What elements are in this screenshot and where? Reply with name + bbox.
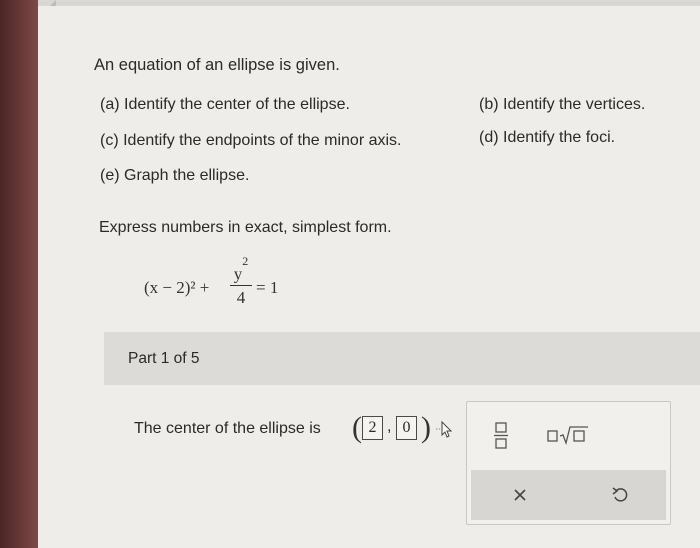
equation-right: = 1 — [256, 278, 279, 297]
palette-actions — [471, 470, 666, 520]
question-d: (d) Identify the foci. — [479, 129, 616, 146]
problem-intro: An equation of an ellipse is given. — [94, 56, 340, 74]
question-b: (b) Identify the vertices. — [479, 96, 646, 113]
question-c: (c) Identify the endpoints of the minor … — [100, 132, 402, 149]
cursor-icon — [436, 420, 453, 438]
sqrt-icon[interactable] — [547, 424, 589, 446]
undo-icon[interactable] — [612, 486, 628, 504]
open-paren: ( — [352, 411, 362, 444]
question-e: (e) Graph the ellipse. — [100, 167, 250, 184]
left-edge-strip — [0, 0, 38, 548]
clear-icon[interactable] — [513, 488, 527, 502]
fraction-denominator: 4 — [236, 288, 246, 307]
problem-content: An equation of an ellipse is given. (a) … — [38, 6, 700, 548]
fraction-bar — [230, 285, 252, 286]
part-label: Part 1 of 5 — [128, 350, 200, 367]
answer-prompt: The center of the ellipse is — [134, 420, 321, 437]
equation-left: (x − 2)² + — [144, 278, 210, 297]
comma: , — [387, 418, 392, 435]
answer-y-input[interactable]: 0 — [396, 416, 417, 440]
question-a: (a) Identify the center of the ellipse. — [100, 96, 350, 113]
answer-x-input[interactable]: 2 — [362, 416, 383, 440]
close-paren: ) — [421, 411, 431, 444]
instruction-text: Express numbers in exact, simplest form. — [99, 219, 392, 236]
math-palette — [466, 401, 671, 525]
part-header: Part 1 of 5 — [104, 332, 700, 385]
fraction-numerator: y2 — [233, 254, 249, 284]
fraction-icon[interactable] — [493, 419, 509, 451]
ellipse-equation: (x − 2)² + y2 4 = 1 — [144, 254, 304, 318]
